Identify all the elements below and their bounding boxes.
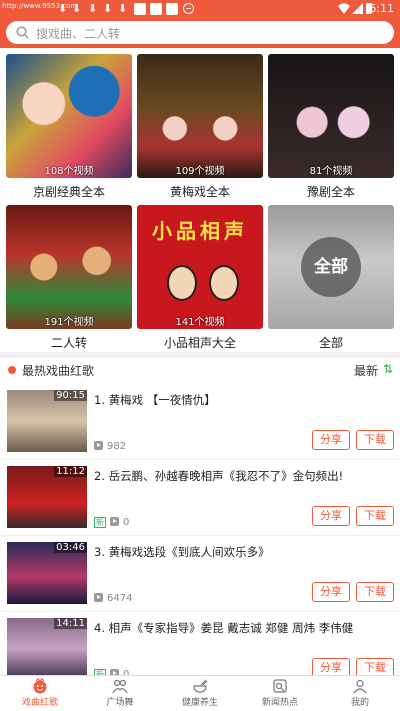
category-errenzhuan[interactable]: 191个视频 二人转 xyxy=(6,205,132,351)
video-title[interactable]: 4. 相声《专家指导》姜昆 戴志诚 郑健 周炜 李伟健 xyxy=(94,620,394,636)
tab-health[interactable]: 健康养生 xyxy=(160,678,240,708)
list-item[interactable]: 11:12 2. 岳云鹏、孙越春晚相声《我忍不了》金句频出! 新0 分享 下载 xyxy=(0,460,400,536)
search-icon xyxy=(16,26,29,39)
thumbnail-banner-text: 小品相声 xyxy=(152,219,248,243)
video-count: 109个视频 xyxy=(175,166,225,177)
download-button[interactable]: 下载 xyxy=(356,582,394,602)
video-count: 141个视频 xyxy=(175,317,225,328)
app-notification-icon xyxy=(150,3,162,15)
category-jingju[interactable]: 108个视频 京剧经典全本 xyxy=(6,54,132,200)
tab-dance[interactable]: 广场舞 xyxy=(80,678,160,708)
play-count-icon xyxy=(94,593,103,602)
section-dot-icon xyxy=(8,366,16,374)
list-item[interactable]: 90:15 1. 黄梅戏 【一夜情仇】 982 分享 下载 xyxy=(0,384,400,460)
new-badge: 新 xyxy=(94,517,106,528)
play-count: 0 xyxy=(123,517,130,528)
share-button[interactable]: 分享 xyxy=(312,582,350,602)
video-thumbnail[interactable]: 90:15 xyxy=(7,390,87,452)
download-button[interactable]: 下载 xyxy=(356,506,394,526)
app-notification-icon xyxy=(166,3,178,15)
tab-label: 广场舞 xyxy=(106,698,134,708)
share-button[interactable]: 分享 xyxy=(312,430,350,450)
download-button[interactable]: 下载 xyxy=(356,430,394,450)
video-duration: 03:46 xyxy=(54,542,87,553)
cartoon-face-illustration xyxy=(209,265,239,301)
category-label: 二人转 xyxy=(50,336,87,350)
search-placeholder: 搜戏曲、二人转 xyxy=(36,27,121,41)
category-thumbnail: 108个视频 xyxy=(6,54,132,178)
tab-label: 我的 xyxy=(350,698,369,708)
section-title: 最热戏曲红歌 xyxy=(22,364,95,378)
video-title[interactable]: 1. 黄梅戏 【一夜情仇】 xyxy=(94,392,394,408)
clock: 6:11 xyxy=(369,2,394,15)
search-header: 搜戏曲、二人转 xyxy=(0,18,400,48)
wifi-icon xyxy=(338,3,350,14)
cartoon-face-illustration xyxy=(167,265,197,301)
category-label: 黄梅戏全本 xyxy=(169,185,230,199)
all-categories-button[interactable]: 全部 xyxy=(301,237,361,297)
tab-opera[interactable]: 戏曲红歌 xyxy=(0,678,80,708)
category-all[interactable]: 全部 全部 xyxy=(268,205,394,351)
download-notification-icon: ⬇ xyxy=(103,2,113,15)
health-bowl-icon xyxy=(193,679,208,693)
video-duration: 11:12 xyxy=(54,466,87,477)
category-yuju[interactable]: 81个视频 豫剧全本 xyxy=(268,54,394,200)
tab-news[interactable]: 新闻热点 xyxy=(240,678,320,708)
category-label: 豫剧全本 xyxy=(306,185,355,199)
tab-label: 新闻热点 xyxy=(261,698,298,708)
play-count: 982 xyxy=(107,441,127,452)
category-thumbnail: 全部 xyxy=(268,205,394,329)
video-thumbnail[interactable]: 14:11 xyxy=(7,618,87,680)
video-meta: 6474 xyxy=(94,592,132,604)
category-xiaopin-xiangsheng[interactable]: 小品相声 141个视频 小品相声大全 xyxy=(137,205,263,351)
video-title[interactable]: 3. 黄梅戏选段《到底人间欢乐多》 xyxy=(94,544,394,560)
video-thumbnail[interactable]: 11:12 xyxy=(7,466,87,528)
video-thumbnail[interactable]: 03:46 xyxy=(7,542,87,604)
sort-button[interactable]: 最新 xyxy=(354,362,378,379)
category-huangmeixi[interactable]: 109个视频 黄梅戏全本 xyxy=(137,54,263,200)
app-notification-icon xyxy=(134,3,146,15)
status-bar: http://www.9553.com ⬇ ⬇ ⬇ ⬇ ⬇ 6:11 xyxy=(0,0,400,18)
video-duration: 90:15 xyxy=(54,390,87,401)
search-input[interactable]: 搜戏曲、二人转 xyxy=(6,21,394,44)
video-count: 81个视频 xyxy=(309,166,353,177)
section-header: 最热戏曲红歌 最新 ⇅ xyxy=(0,352,400,384)
sort-arrows-icon[interactable]: ⇅ xyxy=(383,362,393,376)
video-count: 108个视频 xyxy=(44,166,94,177)
video-meta: 新0 xyxy=(94,516,129,528)
bottom-tab-bar: 戏曲红歌 广场舞 健康养生 新闻热点 我的 xyxy=(0,675,400,711)
category-label: 京剧经典全本 xyxy=(32,185,105,199)
category-label: 全部 xyxy=(318,336,343,350)
download-notification-icon: ⬇ xyxy=(88,2,98,15)
news-icon xyxy=(273,679,287,693)
category-thumbnail: 小品相声 141个视频 xyxy=(137,205,263,329)
category-thumbnail: 191个视频 xyxy=(6,205,132,329)
video-count: 191个视频 xyxy=(44,317,94,328)
tab-label: 戏曲红歌 xyxy=(21,698,58,708)
opera-icon xyxy=(33,678,47,694)
tab-profile[interactable]: 我的 xyxy=(320,678,400,708)
dance-icon xyxy=(112,679,128,694)
download-notification-icon: ⬇ xyxy=(72,2,82,15)
cellular-signal-icon xyxy=(352,3,363,14)
video-meta: 982 xyxy=(94,440,126,452)
tab-label: 健康养生 xyxy=(181,698,218,708)
category-thumbnail: 81个视频 xyxy=(268,54,394,178)
download-notification-icon: ⬇ xyxy=(58,2,68,15)
do-not-disturb-icon xyxy=(183,3,194,14)
category-label: 小品相声大全 xyxy=(163,336,236,350)
play-count-icon xyxy=(110,517,119,526)
category-thumbnail: 109个视频 xyxy=(137,54,263,178)
profile-icon xyxy=(353,679,367,694)
download-notification-icon: ⬇ xyxy=(118,2,128,15)
video-duration: 14:11 xyxy=(54,618,87,629)
play-count: 6474 xyxy=(107,593,133,604)
video-title[interactable]: 2. 岳云鹏、孙越春晚相声《我忍不了》金句频出! xyxy=(94,468,394,484)
play-count-icon xyxy=(94,441,103,450)
list-item[interactable]: 03:46 3. 黄梅戏选段《到底人间欢乐多》 6474 分享 下载 xyxy=(0,536,400,612)
share-button[interactable]: 分享 xyxy=(312,506,350,526)
